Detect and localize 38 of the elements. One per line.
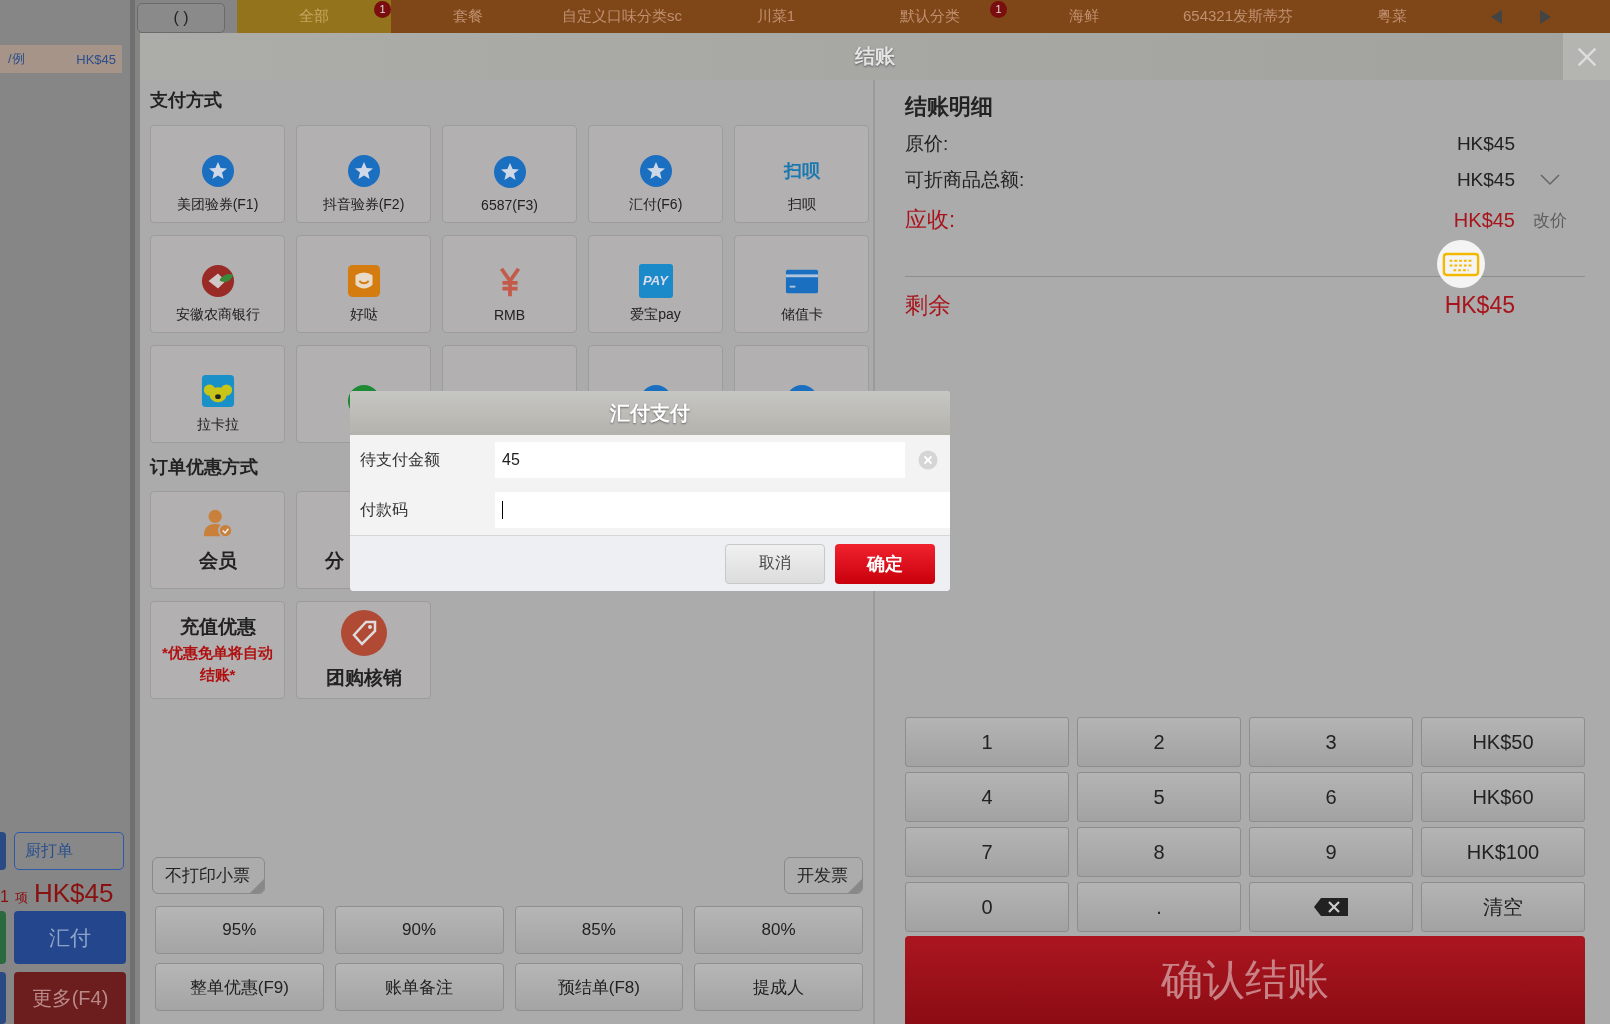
count-badge: 1 [990, 1, 1007, 18]
section-title: 订单优惠方式 [150, 456, 258, 479]
discount-label: 团购核销 [325, 666, 402, 690]
detail-value: HK$45 [1453, 208, 1515, 232]
detail-label: 可折商品总额: [905, 168, 1026, 192]
section-title: 支付方式 [150, 89, 222, 112]
discount-label: 会员 [198, 549, 237, 573]
detail-label: 应收: [905, 206, 957, 234]
method-label: 安徽农商银行 [175, 306, 260, 324]
method-label: RMB [493, 307, 526, 323]
field-label: 待支付金额 [359, 449, 441, 470]
discount-label: 充值优惠 [179, 615, 256, 639]
discount-note: *优惠免单将自动结账* [161, 643, 274, 685]
method-label: 汇付(F6) [628, 196, 683, 214]
item-unit: 项 [14, 889, 28, 907]
method-label: 扫呗 [787, 196, 816, 214]
detail-value: HK$45 [1456, 133, 1515, 155]
count-badge: 1 [374, 1, 391, 18]
detail-label: 原价: [905, 132, 950, 156]
pay-logo-icon: PAY [638, 264, 673, 298]
method-label: 6587(F3) [481, 197, 538, 213]
method-label: 抖音验券(F2) [322, 196, 405, 214]
window-title: 结账 [855, 44, 895, 69]
field-label: 付款码 [359, 499, 409, 520]
details-title: 结账明细 [905, 93, 994, 121]
method-label: 美团验券(F1) [176, 196, 259, 214]
remaining-value: HK$45 [1444, 291, 1515, 319]
logo-icon: 扫呗 [783, 154, 820, 188]
method-label: 好哒 [349, 306, 378, 324]
method-label: 拉卡拉 [196, 416, 239, 434]
item-count: 1 [0, 888, 9, 906]
method-label: 储值卡 [780, 306, 823, 324]
remaining-label: 剩余 [905, 290, 952, 320]
detail-value: HK$45 [1456, 169, 1515, 191]
dialog-title: 汇付支付 [350, 391, 950, 435]
order-total: HK$45 [33, 878, 114, 909]
discount-label: 分 [325, 549, 344, 573]
method-label: 爱宝pay [630, 306, 681, 324]
